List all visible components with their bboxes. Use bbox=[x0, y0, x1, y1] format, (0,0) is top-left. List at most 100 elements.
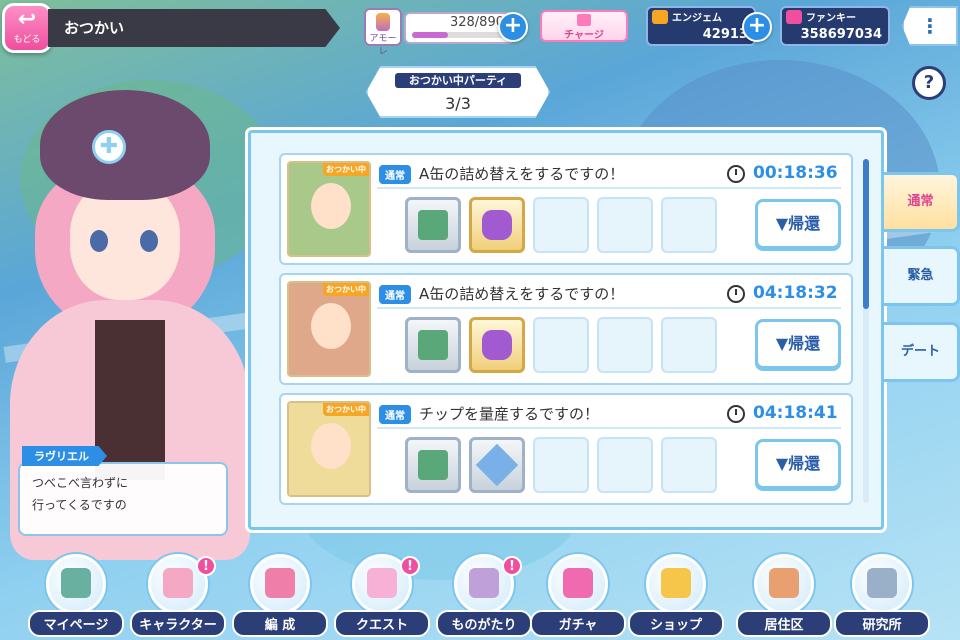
slime-icon bbox=[367, 568, 397, 598]
clock-icon bbox=[727, 405, 745, 423]
amore-jar-icon bbox=[376, 13, 390, 31]
empty-slot bbox=[597, 317, 653, 373]
amore-icon: アモーレ bbox=[364, 8, 402, 57]
book-icon bbox=[469, 568, 499, 598]
portrait-face bbox=[311, 183, 351, 229]
mission-card: おつかい中 通常 A缶の詰め替えをするですの！ 04:18:32 ▼帰還 bbox=[279, 273, 853, 385]
menu-button[interactable]: ⋮ bbox=[902, 6, 958, 46]
back-arrow-icon: ↩ bbox=[17, 7, 37, 32]
nav-label: 編 成 bbox=[232, 610, 328, 637]
notification-badge: ! bbox=[400, 556, 420, 576]
currency-value: 358697034 bbox=[800, 27, 882, 42]
angel-face-icon bbox=[163, 568, 193, 598]
nav-quest[interactable]: ! クエスト bbox=[334, 554, 430, 638]
chip-item-icon bbox=[418, 450, 448, 480]
amore-label: アモーレ bbox=[369, 34, 397, 57]
chip-item-icon bbox=[418, 210, 448, 240]
currency-name: ファンキー bbox=[806, 13, 856, 24]
mission-timer: 04:18:41 bbox=[753, 403, 838, 423]
divider bbox=[377, 427, 841, 429]
scrollbar-thumb[interactable] bbox=[863, 159, 869, 309]
reward-slot[interactable] bbox=[405, 437, 461, 493]
mission-card: おつかい中 通常 チップを量産するですの！ 04:18:41 ▼帰還 bbox=[279, 393, 853, 505]
currency-name: エンジェム bbox=[672, 13, 722, 24]
empty-slot bbox=[597, 437, 653, 493]
gift-icon bbox=[577, 14, 591, 26]
divider bbox=[377, 187, 841, 189]
funky-ticket-icon bbox=[786, 10, 802, 24]
party-counter: おつかい中パーティ 3/3 bbox=[366, 66, 550, 118]
mission-type-badge: 通常 bbox=[379, 165, 411, 184]
nav-formation[interactable]: 編 成 bbox=[232, 554, 328, 638]
back-button[interactable]: ↩ もどる bbox=[2, 3, 52, 53]
nav-label: マイページ bbox=[28, 610, 124, 637]
nav-label: 研究所 bbox=[834, 610, 930, 637]
mission-list[interactable]: おつかい中 通常 A缶の詰め替えをするですの！ 00:18:36 ▼帰還 おつか… bbox=[279, 153, 865, 525]
empty-slot bbox=[661, 437, 717, 493]
engem-plus-button[interactable]: + bbox=[742, 12, 772, 42]
mission-timer: 00:18:36 bbox=[753, 163, 838, 183]
nav-label: ガチャ bbox=[530, 610, 626, 637]
nav-gacha[interactable]: ガチャ bbox=[530, 554, 626, 638]
mission-title: A缶の詰め替えをするですの！ bbox=[419, 285, 625, 303]
character-portrait[interactable]: おつかい中 bbox=[287, 401, 371, 497]
empty-slot bbox=[661, 197, 717, 253]
nav-shop[interactable]: ショップ bbox=[628, 554, 724, 638]
mission-card: おつかい中 通常 A缶の詰め替えをするですの！ 00:18:36 ▼帰還 bbox=[279, 153, 853, 265]
nav-mypage[interactable]: マイページ bbox=[28, 554, 124, 638]
speech-box: つべこべ言わずに 行ってくるですの bbox=[18, 462, 228, 536]
nav-label: 居住区 bbox=[736, 610, 832, 637]
empty-slot bbox=[533, 197, 589, 253]
party-icon bbox=[265, 568, 295, 598]
amore-plus-button[interactable]: + bbox=[498, 12, 528, 42]
party-value: 3/3 bbox=[445, 94, 471, 113]
reward-slot[interactable] bbox=[405, 197, 461, 253]
character-portrait[interactable]: おつかい中 bbox=[287, 161, 371, 257]
a-can-item-icon bbox=[482, 210, 512, 240]
a-can-item-icon bbox=[482, 330, 512, 360]
tab-urgent[interactable]: 緊急 bbox=[884, 246, 960, 306]
nav-label: ものがたり bbox=[436, 610, 532, 637]
return-button[interactable]: ▼帰還 bbox=[755, 319, 841, 369]
character-eye bbox=[140, 230, 158, 252]
charge-button[interactable]: チャージ bbox=[540, 10, 628, 42]
amore-value: 328/890 bbox=[449, 15, 504, 30]
character-portrait[interactable]: おつかい中 bbox=[287, 281, 371, 377]
crystal-item-icon bbox=[475, 443, 519, 487]
return-button[interactable]: ▼帰還 bbox=[755, 199, 841, 249]
nav-laboratory[interactable]: 研究所 bbox=[834, 554, 930, 638]
back-label: もどる bbox=[13, 35, 41, 45]
notification-badge: ! bbox=[502, 556, 522, 576]
nav-residence[interactable]: 居住区 bbox=[736, 554, 832, 638]
nav-label: キャラクター bbox=[130, 610, 226, 637]
empty-slot bbox=[661, 317, 717, 373]
tab-normal[interactable]: 通常 bbox=[884, 172, 960, 232]
nav-story[interactable]: ! ものがたり bbox=[436, 554, 532, 638]
portrait-face bbox=[311, 303, 351, 349]
door-icon bbox=[61, 568, 91, 598]
charge-label: チャージ bbox=[564, 30, 604, 41]
mission-type-badge: 通常 bbox=[379, 285, 411, 304]
reward-slot[interactable] bbox=[405, 317, 461, 373]
bottom-nav: マイページ ! キャラクター 編 成 ! クエスト ! ものがたり ガチャ ショ… bbox=[0, 548, 960, 640]
scrollbar[interactable] bbox=[863, 159, 869, 503]
reward-slot[interactable] bbox=[469, 437, 525, 493]
mission-title: A缶の詰め替えをするですの！ bbox=[419, 165, 625, 183]
speech-line: 行ってくるですの bbox=[32, 498, 127, 512]
help-button[interactable]: ? bbox=[912, 66, 946, 100]
tab-date[interactable]: デート bbox=[884, 322, 960, 382]
divider bbox=[377, 307, 841, 309]
capsule-icon bbox=[563, 568, 593, 598]
empty-slot bbox=[533, 437, 589, 493]
reward-slot[interactable] bbox=[469, 317, 525, 373]
cross-badge-icon: ✚ bbox=[92, 130, 126, 164]
speech-line: つべこべ言わずに bbox=[32, 476, 129, 490]
empty-slot bbox=[597, 197, 653, 253]
nav-character[interactable]: ! キャラクター bbox=[130, 554, 226, 638]
more-vertical-icon: ⋮ bbox=[920, 14, 940, 38]
page-title: おつかい bbox=[48, 9, 340, 47]
return-button[interactable]: ▼帰還 bbox=[755, 439, 841, 489]
clock-icon bbox=[727, 165, 745, 183]
reward-slot[interactable] bbox=[469, 197, 525, 253]
status-badge: おつかい中 bbox=[323, 163, 369, 176]
